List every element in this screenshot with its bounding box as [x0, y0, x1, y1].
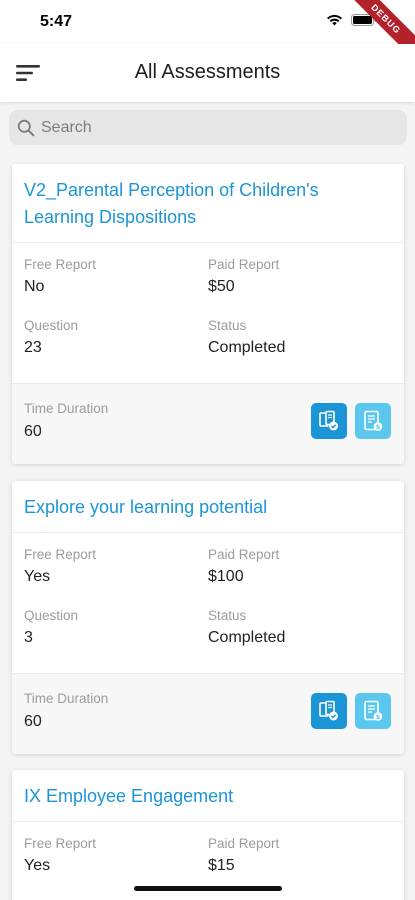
assessment-card[interactable]: Explore your learning potential Free Rep…: [12, 481, 404, 754]
assessment-card[interactable]: V2_Parental Perception of Children's Lea…: [12, 164, 404, 464]
page-title: All Assessments: [134, 61, 281, 83]
paid-report-button[interactable]: $: [355, 403, 391, 439]
status-time: 5:47: [40, 13, 73, 30]
free-report-icon: [319, 700, 338, 721]
status-field: Status Completed: [208, 608, 392, 669]
status-field: Status Completed: [208, 318, 392, 379]
search-bar[interactable]: [9, 110, 407, 145]
status-bar: 5:47 DEBUG: [0, 0, 415, 65]
svg-text:$: $: [376, 423, 381, 431]
app-bar: All Assessments: [0, 44, 415, 102]
question-field: Question 3: [24, 608, 208, 669]
free-report-field: Free Report Yes: [24, 547, 208, 608]
paid-report-value: $100: [208, 568, 244, 585]
free-report-label: Free Report: [24, 547, 97, 562]
paid-report-value: $50: [208, 278, 235, 295]
paid-report-icon: $: [364, 410, 383, 431]
question-value: 23: [24, 339, 42, 356]
free-report-icon: [319, 410, 338, 431]
assessment-title[interactable]: IX Employee Engagement: [12, 770, 404, 822]
search-icon: [17, 119, 35, 136]
paid-report-button[interactable]: $: [355, 693, 391, 729]
status-label: Status: [208, 608, 247, 623]
card-footer: Time Duration 60 $: [12, 673, 404, 754]
question-value: 3: [24, 629, 33, 646]
status-value: Completed: [208, 629, 286, 646]
assessment-title[interactable]: Explore your learning potential: [12, 481, 404, 533]
card-footer: Time Duration 60 $: [12, 383, 404, 464]
paid-report-value: $15: [208, 857, 235, 874]
paid-report-field: Paid Report $50: [208, 257, 392, 318]
free-report-value: No: [24, 278, 45, 295]
question-field: Question 23: [24, 318, 208, 379]
free-report-button[interactable]: [311, 693, 347, 729]
question-label: Question: [24, 318, 79, 333]
paid-report-label: Paid Report: [208, 547, 280, 562]
home-indicator[interactable]: [134, 886, 282, 891]
paid-report-field: Paid Report $100: [208, 547, 392, 608]
free-report-value: Yes: [24, 568, 51, 585]
paid-report-label: Paid Report: [208, 257, 280, 272]
paid-report-icon: $: [364, 700, 383, 721]
free-report-field: Free Report No: [24, 257, 208, 318]
search-input[interactable]: [41, 118, 381, 137]
free-report-label: Free Report: [24, 257, 97, 272]
assessment-title[interactable]: V2_Parental Perception of Children's Lea…: [12, 164, 404, 243]
question-label: Question: [24, 608, 79, 623]
free-report-label: Free Report: [24, 836, 97, 851]
status-value: Completed: [208, 339, 286, 356]
paid-report-label: Paid Report: [208, 836, 280, 851]
free-report-value: Yes: [24, 857, 51, 874]
status-label: Status: [208, 318, 247, 333]
free-report-button[interactable]: [311, 403, 347, 439]
wifi-icon: [327, 14, 342, 26]
assessment-card[interactable]: IX Employee Engagement Free Report Yes P…: [12, 770, 404, 900]
svg-text:$: $: [376, 713, 381, 721]
